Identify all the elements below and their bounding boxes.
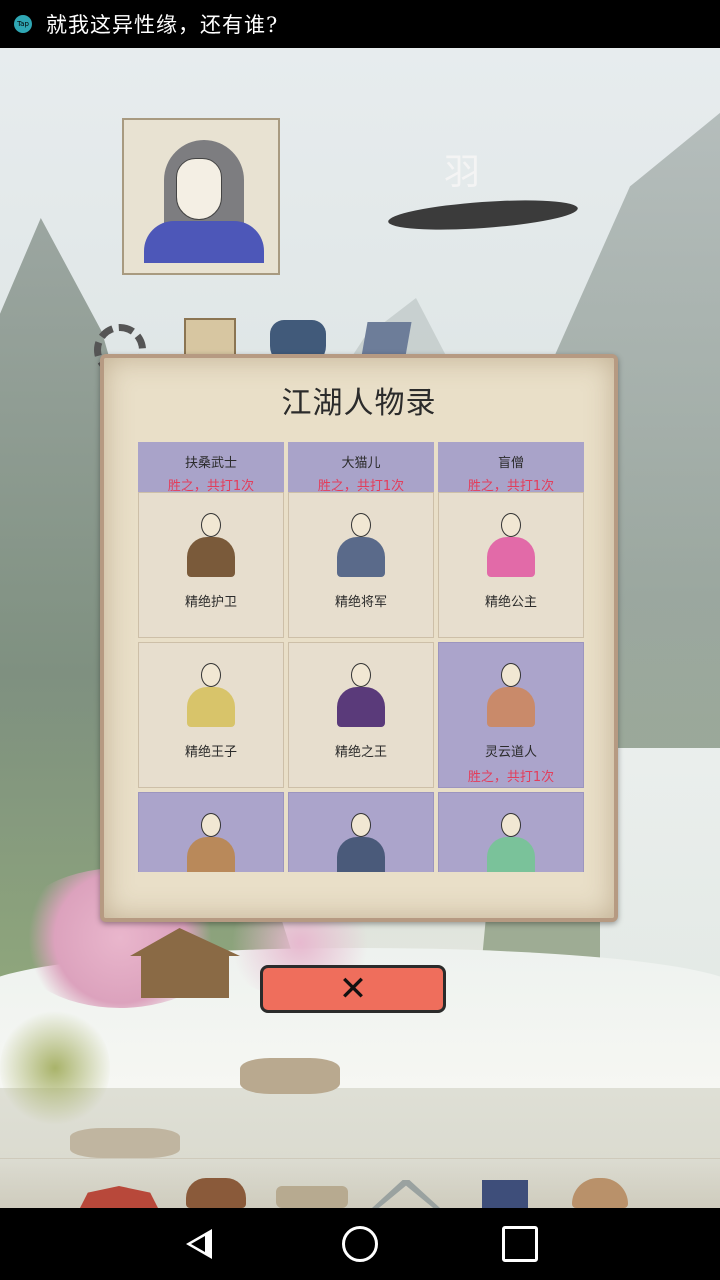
character-name: 精绝将军 (334, 595, 387, 610)
character-card[interactable]: 灵云道人胜之，共打1次 (438, 642, 584, 788)
character-portrait (183, 663, 239, 727)
character-name: 精绝公主 (484, 595, 537, 610)
close-icon: ✕ (338, 969, 368, 1009)
character-portrait (183, 813, 239, 872)
character-card[interactable]: 精绝王子 (138, 642, 284, 788)
notification-text: 就我这异性缘，还有谁? (46, 13, 279, 37)
ink-brush-stroke (387, 195, 579, 235)
character-card[interactable] (438, 792, 584, 872)
character-name: 精绝之王 (334, 745, 387, 760)
rock (240, 1058, 340, 1094)
home-icon[interactable] (342, 1226, 378, 1262)
character-portrait (333, 663, 389, 727)
status-bar: Tap 就我这异性缘，还有谁? (0, 0, 720, 48)
character-portrait (483, 513, 539, 577)
character-grid[interactable]: 精绝护卫 精绝将军 精绝公主精绝王子 精绝之王 灵云道人胜之，共打1次 (138, 492, 588, 872)
character-name: 扶桑武士 (184, 456, 237, 471)
character-card[interactable]: 精绝公主 (438, 492, 584, 638)
character-portrait (333, 513, 389, 577)
system-navigation-bar (0, 1208, 720, 1280)
close-button[interactable]: ✕ (260, 965, 446, 1013)
player-name: 羽 (444, 152, 481, 193)
player-avatar[interactable] (122, 118, 280, 275)
character-name: 大猫儿 (341, 456, 381, 471)
people-icon[interactable] (572, 1178, 628, 1208)
game-bottom-nav (0, 1158, 720, 1208)
armor-icon[interactable] (186, 1178, 246, 1208)
swords-icon[interactable] (372, 1180, 440, 1208)
character-portrait (483, 663, 539, 727)
character-name: 盲僧 (497, 456, 524, 471)
tree (0, 1008, 110, 1128)
recents-icon[interactable] (502, 1226, 538, 1262)
tap-icon: Tap (14, 15, 32, 33)
back-icon[interactable] (182, 1226, 218, 1262)
rock (70, 1128, 180, 1158)
character-registry-dialog: 江湖人物录 扶桑武士 胜之，共打1次 大猫儿 胜之，共打1次 盲僧 胜之，共打1… (100, 354, 618, 922)
character-name: 灵云道人 (484, 745, 537, 760)
character-card[interactable]: 精绝之王 (288, 642, 434, 788)
character-card[interactable] (138, 792, 284, 872)
character-name: 精绝护卫 (184, 595, 237, 610)
character-card[interactable]: 精绝护卫 (138, 492, 284, 638)
book-icon[interactable] (482, 1180, 528, 1208)
character-card[interactable]: 精绝将军 (288, 492, 434, 638)
character-portrait (333, 813, 389, 872)
character-name: 精绝王子 (184, 745, 237, 760)
character-record: 胜之，共打1次 (467, 770, 555, 785)
character-portrait (483, 813, 539, 872)
game-scene: 羽 江湖人物录 扶桑武士 胜之，共打1次 大猫儿 胜之，共打1次 盲僧 胜之，共… (0, 48, 720, 1208)
dialog-title: 江湖人物录 (281, 386, 437, 421)
character-card[interactable] (288, 792, 434, 872)
scroll-icon[interactable] (276, 1186, 348, 1208)
character-portrait (183, 513, 239, 577)
temple-icon[interactable] (80, 1186, 158, 1208)
